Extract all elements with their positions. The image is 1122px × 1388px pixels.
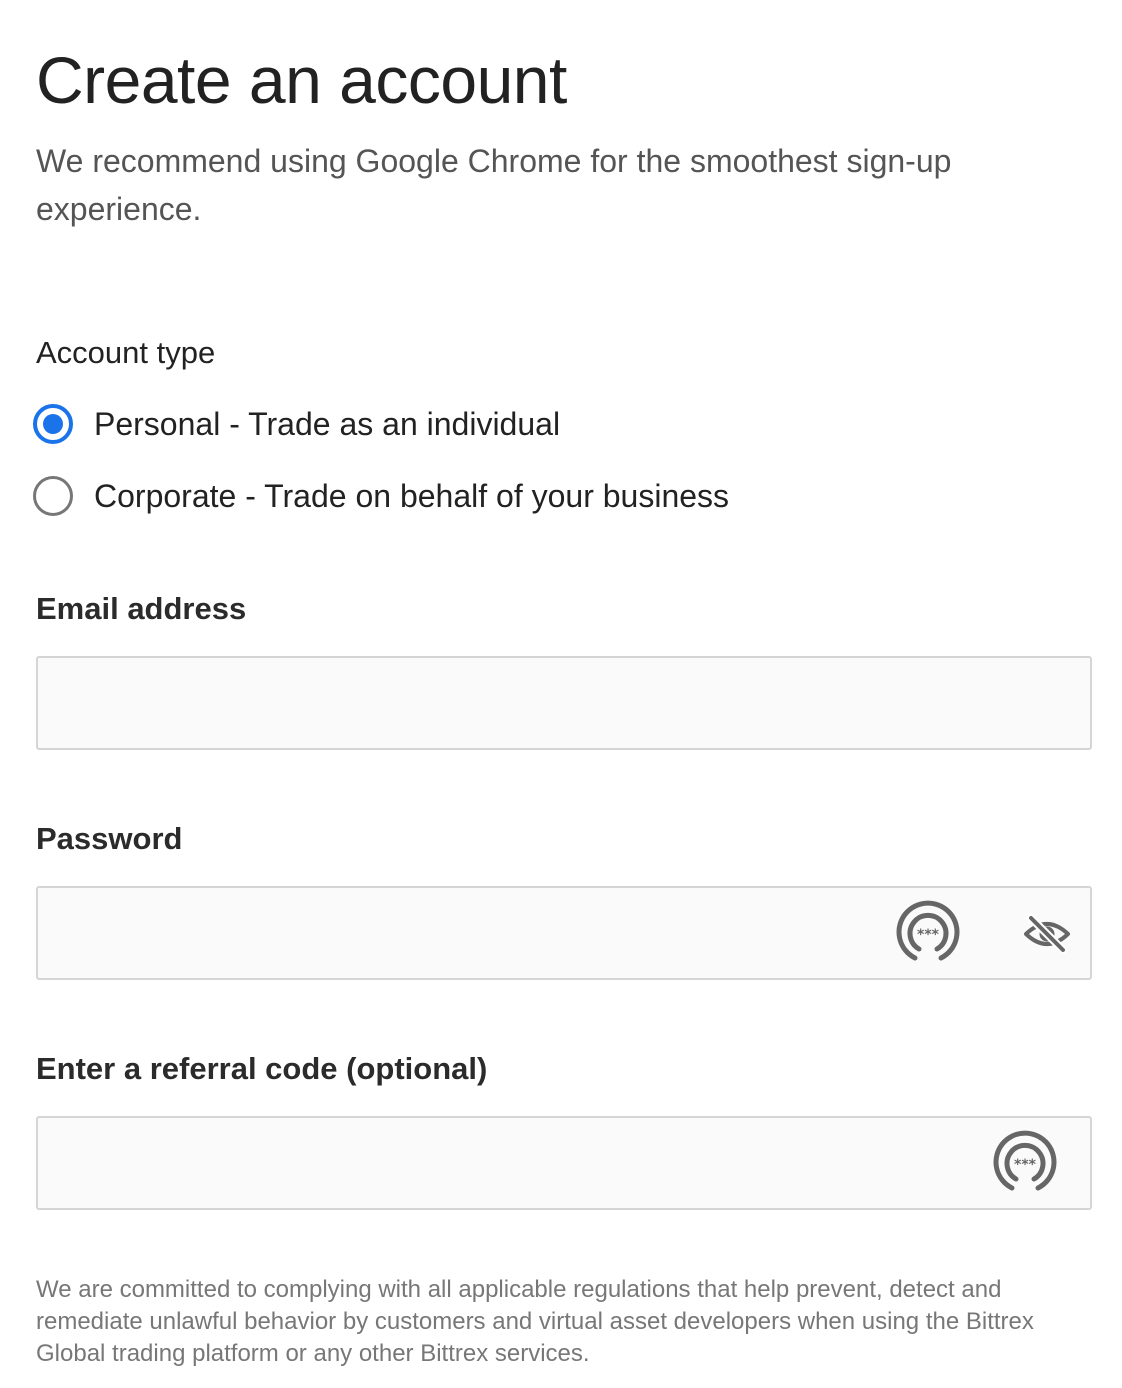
referral-field-container: *** [36, 1116, 1092, 1210]
password-label: Password [36, 821, 183, 856]
referral-code-field[interactable] [38, 1118, 1090, 1208]
radio-label-personal: Personal - Trade as an individual [94, 405, 561, 442]
password-manager-icon[interactable]: *** [990, 1129, 1060, 1199]
radio-button-corporate[interactable] [33, 476, 73, 516]
email-field-container [36, 656, 1092, 750]
password-manager-icon[interactable]: *** [893, 899, 963, 969]
radio-option-personal[interactable]: Personal - Trade as an individual [33, 402, 560, 446]
svg-text:***: *** [917, 927, 940, 943]
password-field-container: *** [36, 886, 1092, 980]
radio-label-corporate: Corporate - Trade on behalf of your busi… [94, 477, 730, 514]
radio-button-personal[interactable] [33, 404, 73, 444]
eye-slash-icon[interactable] [1023, 910, 1071, 958]
email-field[interactable] [38, 658, 1090, 748]
compliance-disclaimer: We are committed to complying with all a… [36, 1276, 1034, 1367]
account-type-label: Account type [36, 335, 216, 370]
referral-label: Enter a referral code (optional) [36, 1051, 488, 1086]
page-title: Create an account [36, 43, 567, 117]
radio-option-corporate[interactable]: Corporate - Trade on behalf of your busi… [33, 474, 729, 518]
page-subtitle: We recommend using Google Chrome for the… [36, 143, 952, 227]
email-label: Email address [36, 591, 247, 626]
svg-text:***: *** [1014, 1157, 1037, 1173]
